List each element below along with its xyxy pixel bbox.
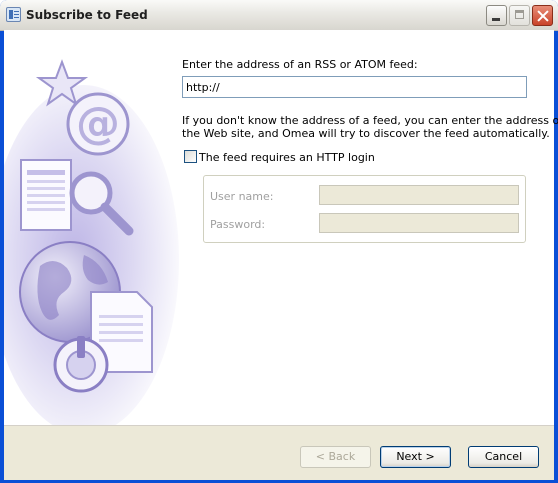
cancel-button[interactable]: Cancel (468, 446, 539, 468)
http-login-label[interactable]: The feed requires an HTTP login (199, 151, 375, 164)
back-button[interactable]: < Back (300, 446, 371, 468)
hint-text-line1: If you don't know the address of a feed,… (182, 114, 558, 127)
feed-app-icon (6, 7, 21, 22)
dialog-body: @ Enter the address of an RSS or ATOM fe… (4, 30, 558, 480)
feed-url-input[interactable] (182, 76, 527, 98)
minimize-button[interactable] (486, 5, 507, 26)
hint-text-line2: the Web site, and Omea will try to disco… (182, 127, 550, 140)
maximize-button[interactable] (509, 5, 530, 26)
http-login-checkbox[interactable] (184, 150, 197, 163)
title-bar[interactable]: Subscribe to Feed (0, 0, 558, 31)
feed-address-label: Enter the address of an RSS or ATOM feed… (182, 58, 418, 71)
window-title: Subscribe to Feed (26, 8, 148, 22)
document-icon (20, 159, 72, 231)
password-input[interactable] (319, 213, 519, 233)
username-input[interactable] (319, 185, 519, 205)
wizard-illustration: @ (4, 59, 179, 425)
svg-text:@: @ (76, 98, 120, 149)
subscribe-dialog: Subscribe to Feed @ Enter the address of… (0, 0, 558, 483)
email-at-icon: @ (66, 92, 130, 156)
password-label: Password: (210, 218, 266, 231)
login-group: User name: Password: (203, 175, 526, 243)
close-button[interactable] (532, 5, 553, 26)
next-button[interactable]: Next > (380, 446, 451, 468)
username-label: User name: (210, 190, 274, 203)
